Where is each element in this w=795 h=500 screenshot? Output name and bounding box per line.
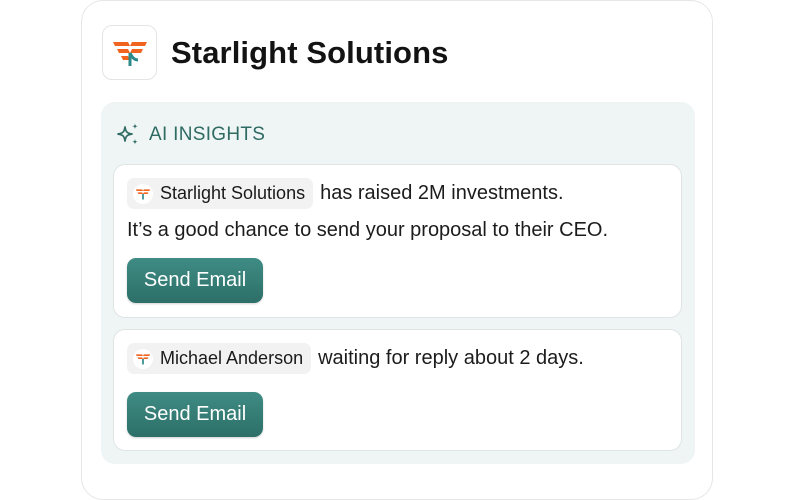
insight-text: has raised 2M investments. — [320, 182, 564, 204]
insight-card: Starlight Solutions has raised 2M invest… — [113, 164, 682, 318]
insight-headline: Michael Anderson waiting for reply about… — [127, 343, 584, 374]
send-email-button[interactable]: Send Email — [127, 392, 263, 437]
insight-detail: It’s a good chance to send your proposal… — [127, 219, 609, 241]
insight-headline: Starlight Solutions has raised 2M invest… — [127, 178, 564, 209]
contact-chip-label: Michael Anderson — [160, 348, 304, 368]
ai-insights-header: AI INSIGHTS — [115, 122, 265, 148]
company-card: Starlight Solutions AI INSIGHTS Starligh… — [81, 0, 713, 500]
ai-insights-title: AI INSIGHTS — [149, 124, 266, 145]
starlight-logo-icon — [133, 348, 153, 369]
insight-card: Michael Anderson waiting for reply about… — [113, 329, 682, 451]
send-email-button[interactable]: Send Email — [127, 258, 263, 303]
starlight-logo-icon — [133, 183, 153, 204]
company-logo — [102, 25, 157, 80]
contact-chip[interactable]: Michael Anderson — [127, 343, 312, 374]
ai-insights-panel: AI INSIGHTS Starlight Solutions has rais… — [101, 102, 695, 464]
company-chip[interactable]: Starlight Solutions — [127, 178, 314, 209]
company-chip-label: Starlight Solutions — [160, 183, 306, 203]
company-header: Starlight Solutions — [102, 25, 448, 80]
company-name: Starlight Solutions — [171, 34, 449, 70]
starlight-logo-icon — [112, 41, 147, 66]
sparkles-icon — [117, 123, 138, 145]
insight-text: waiting for reply about 2 days. — [318, 347, 584, 369]
